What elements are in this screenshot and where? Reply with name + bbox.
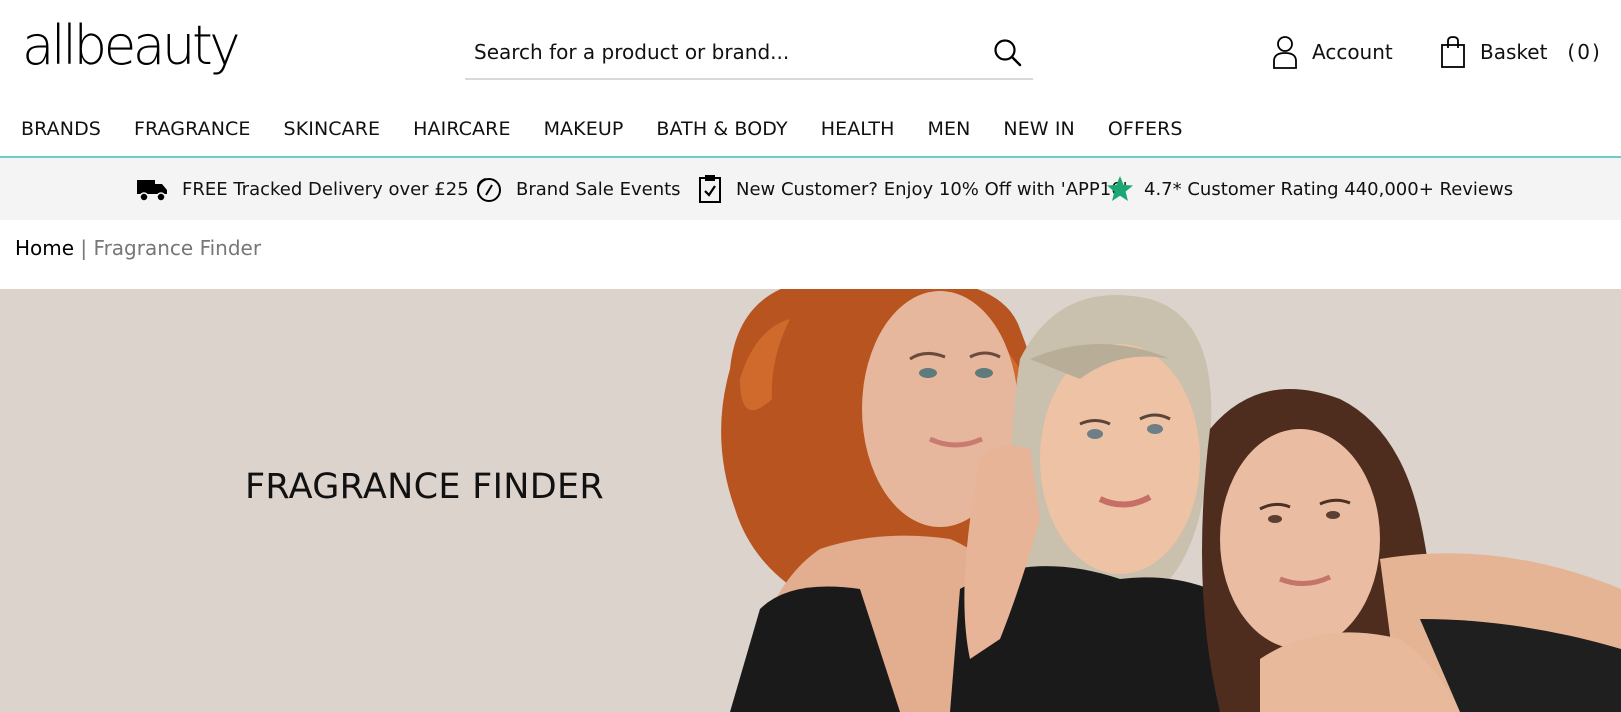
nav-item-makeup[interactable]: MAKEUP <box>544 118 624 140</box>
nav-item-skincare[interactable]: SKINCARE <box>284 118 381 140</box>
search-bar <box>465 30 1033 80</box>
promo-rating[interactable]: 4.7* Customer Rating 440,000+ Reviews <box>1106 174 1513 204</box>
hero-image <box>721 289 1621 712</box>
promo-sale[interactable]: Brand Sale Events <box>474 174 681 204</box>
promo-bar: FREE Tracked Delivery over £25 Brand Sal… <box>0 158 1621 220</box>
promo-new-customer[interactable]: New Customer? Enjoy 10% Off with 'APP10' <box>698 174 1128 204</box>
nav-item-haircare[interactable]: HAIRCARE <box>413 118 510 140</box>
sale-tag-icon <box>477 178 501 202</box>
nav-item-men[interactable]: MEN <box>927 118 970 140</box>
hero-banner: FRAGRANCE FINDER <box>0 289 1621 712</box>
basket-link[interactable]: Basket (0) <box>1440 30 1602 74</box>
basket-label: Basket <box>1480 40 1548 64</box>
breadcrumb-home[interactable]: Home <box>15 236 74 260</box>
hero-title: FRAGRANCE FINDER <box>245 467 605 507</box>
search-button[interactable] <box>991 36 1025 70</box>
main-navigation: BRANDS FRAGRANCE SKINCARE HAIRCARE MAKEU… <box>0 104 1621 158</box>
user-icon <box>1273 36 1297 69</box>
nav-item-new-in[interactable]: NEW IN <box>1003 118 1074 140</box>
nav-item-health[interactable]: HEALTH <box>821 118 895 140</box>
account-link[interactable]: Account <box>1272 30 1393 74</box>
allbeauty-logo[interactable]: allbeauty <box>22 16 241 76</box>
basket-count: (0) <box>1567 40 1602 64</box>
search-icon <box>994 39 1022 67</box>
basket-icon <box>1441 36 1465 68</box>
nav-item-fragrance[interactable]: FRAGRANCE <box>134 118 251 140</box>
woman-dark-hair-figure <box>1202 389 1621 712</box>
nav-item-bath-body[interactable]: BATH & BODY <box>656 118 787 140</box>
breadcrumb: Home | Fragrance Finder <box>15 236 261 260</box>
promo-rating-text: 4.7* Customer Rating 440,000+ Reviews <box>1144 178 1514 200</box>
nav-item-brands[interactable]: BRANDS <box>21 118 101 140</box>
search-input[interactable] <box>465 32 975 72</box>
nav-item-offers[interactable]: OFFERS <box>1108 118 1183 140</box>
promo-new-customer-text: New Customer? Enjoy 10% Off with 'APP10' <box>736 178 1128 200</box>
account-label: Account <box>1312 40 1393 64</box>
promo-sale-text: Brand Sale Events <box>516 178 681 200</box>
star-icon <box>1107 176 1133 201</box>
promo-delivery[interactable]: FREE Tracked Delivery over £25 <box>136 174 469 204</box>
breadcrumb-separator: | <box>80 236 88 260</box>
site-header: allbeauty Account Basket (0) <box>0 0 1621 104</box>
promo-delivery-text: FREE Tracked Delivery over £25 <box>182 178 469 200</box>
breadcrumb-current: Fragrance Finder <box>93 236 262 260</box>
delivery-truck-icon <box>137 180 167 202</box>
clipboard-check-icon <box>699 175 721 203</box>
